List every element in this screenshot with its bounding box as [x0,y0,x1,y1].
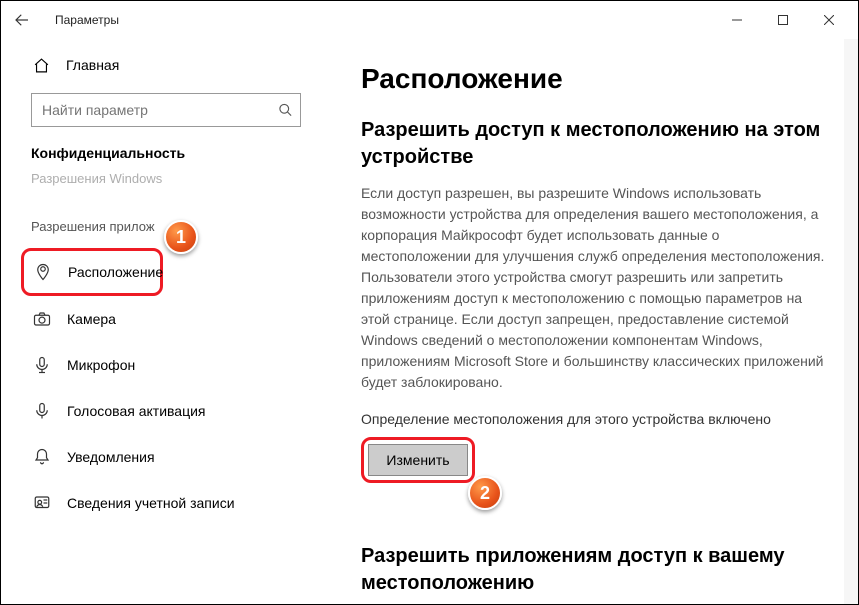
sidebar: Главная Конфиденциальность Разрешения Wi… [1,39,321,604]
change-button-highlight: Изменить 2 [361,437,475,483]
sidebar-item-label: Голосовая активация [67,403,206,419]
section-heading-device-location: Разрешить доступ к местоположению на это… [361,117,828,171]
location-icon [34,263,52,281]
sidebar-item-microphone[interactable]: Микрофон [1,342,321,388]
sidebar-item-label: Уведомления [67,449,155,465]
sidebar-item-label: Расположение [68,264,163,280]
camera-icon [33,310,51,328]
sidebar-home-label: Главная [66,57,119,73]
sidebar-item-notifications[interactable]: Уведомления [1,434,321,480]
section-body-device-location: Если доступ разрешен, вы разрешите Windo… [361,183,828,393]
voice-icon [33,402,51,420]
section-heading-app-location: Разрешить приложениям доступ к вашему ме… [361,543,828,597]
close-icon [824,15,834,25]
back-button[interactable] [7,5,37,35]
sidebar-home[interactable]: Главная [1,45,321,85]
sidebar-item-voice-activation[interactable]: Голосовая активация [1,388,321,434]
sidebar-group-heading: Разрешения прилож [1,191,321,248]
home-icon [33,57,50,74]
change-button[interactable]: Изменить [368,444,468,476]
titlebar: Параметры [1,1,858,39]
bell-icon [33,448,51,466]
main-content: Расположение Разрешить доступ к местопол… [321,39,858,604]
sidebar-item-label: Микрофон [67,357,135,373]
sidebar-item-account-info[interactable]: Сведения учетной записи [1,480,321,526]
location-status-text: Определение местоположения для этого уст… [361,411,828,427]
maximize-button[interactable] [760,5,806,35]
window-title: Параметры [55,13,119,27]
step-marker-2: 2 [468,476,502,510]
minimize-button[interactable] [714,5,760,35]
sidebar-prev-item-faded: Разрешения Windows [1,171,321,191]
search-container [31,93,301,127]
step-marker-1: 1 [164,220,198,254]
page-title: Расположение [361,63,828,95]
minimize-icon [732,15,742,25]
sidebar-item-label: Сведения учетной записи [67,495,235,511]
close-button[interactable] [806,5,852,35]
maximize-icon [778,15,788,25]
sidebar-category: Конфиденциальность [1,141,321,171]
search-input[interactable] [31,93,301,127]
account-icon [33,494,51,512]
scrollbar[interactable] [844,39,858,604]
sidebar-item-label: Камера [67,311,116,327]
sidebar-item-location[interactable]: Расположение [21,248,163,296]
arrow-left-icon [13,11,31,29]
search-icon [278,103,293,118]
microphone-icon [33,356,51,374]
sidebar-item-camera[interactable]: Камера [1,296,321,342]
